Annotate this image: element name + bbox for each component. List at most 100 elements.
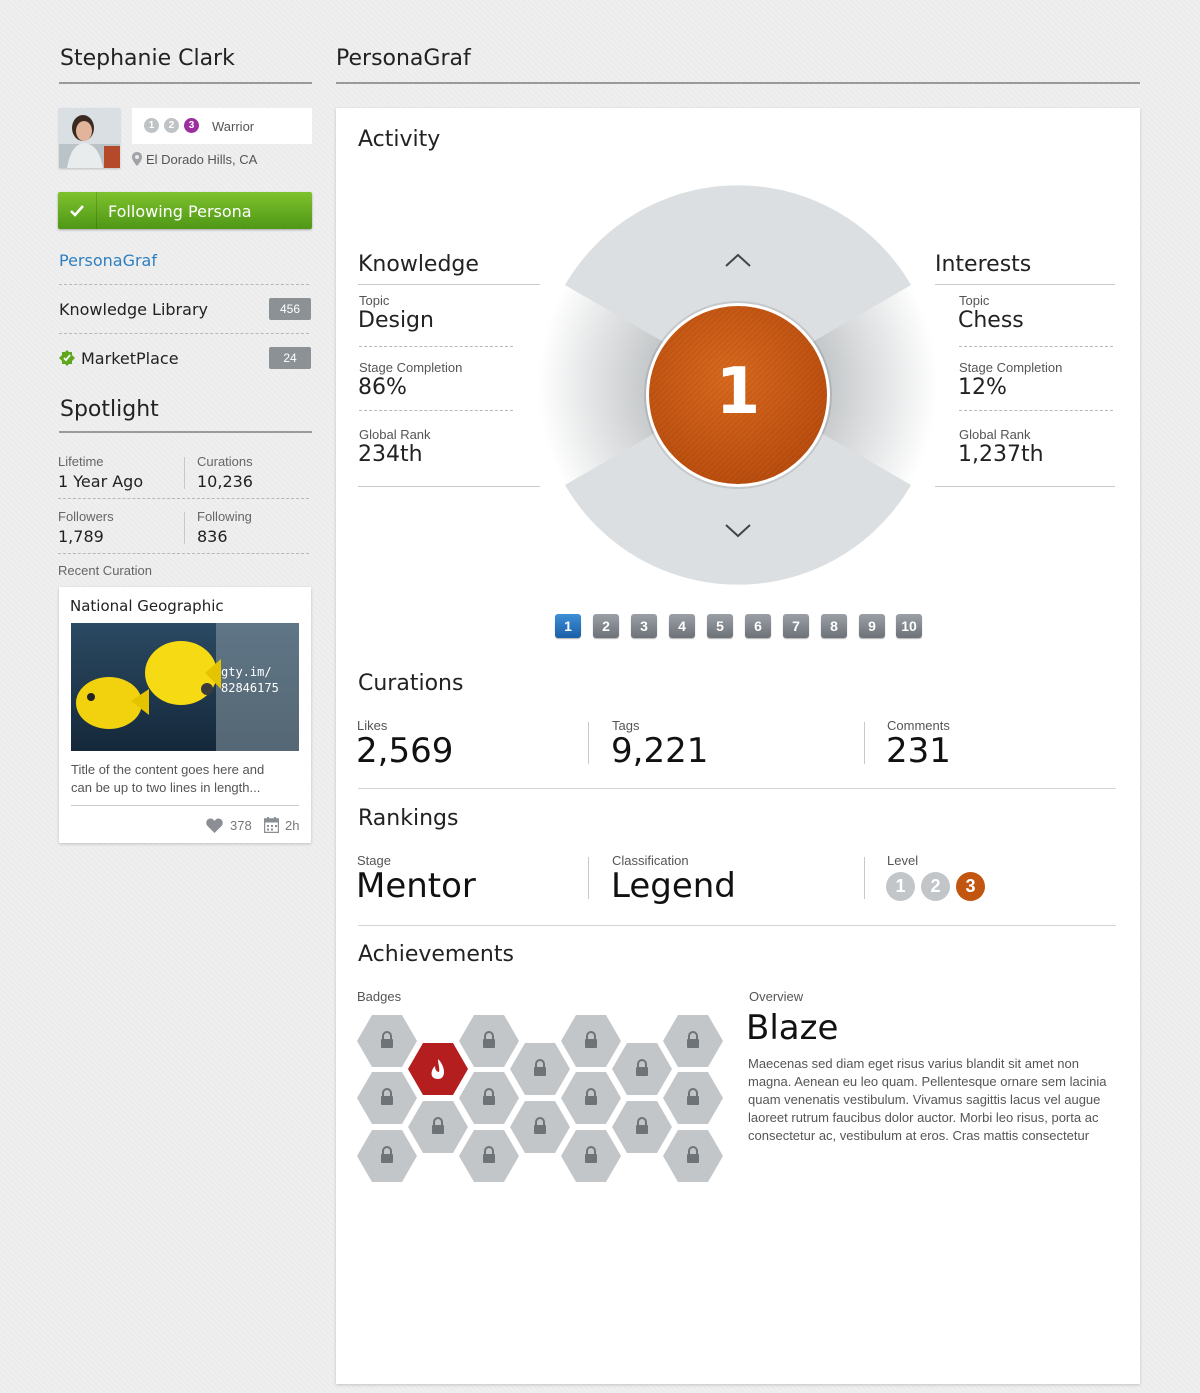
page-button-4[interactable]: 4 — [669, 614, 695, 638]
badges-label: Badges — [357, 989, 402, 1004]
page-button-7[interactable]: 7 — [783, 614, 809, 638]
curations-divider — [864, 722, 865, 764]
following-persona-button[interactable]: Following Persona — [58, 192, 312, 229]
page-button-6[interactable]: 6 — [745, 614, 771, 638]
nav-personagraf[interactable]: PersonaGraf — [59, 251, 157, 270]
following-label: Following — [197, 509, 252, 524]
recent-curation-card[interactable]: National Geographic gty.im/ 82846175 Tit… — [59, 587, 311, 843]
page-button-9[interactable]: 9 — [859, 614, 885, 638]
overview-label: Overview — [749, 989, 804, 1004]
rankings-rule — [358, 925, 1116, 926]
interests-divider — [959, 410, 1113, 411]
header-rule — [59, 82, 312, 84]
interests-topic: Chess — [958, 308, 1024, 333]
stage-value: Mentor — [356, 866, 476, 906]
card-divider — [71, 805, 299, 806]
marketplace-label: MarketPlace — [81, 349, 179, 368]
interests-stage: 12% — [958, 375, 1007, 400]
spotlight-rule — [59, 431, 312, 433]
level-2-badge: 2 — [164, 118, 179, 133]
stat-divider — [184, 512, 185, 544]
overview-title: Blaze — [746, 1008, 839, 1048]
rank-level-1: 1 — [886, 872, 915, 901]
curations-title: Curations — [358, 671, 464, 696]
stat-divider — [184, 457, 185, 489]
overview-text: Maecenas sed diam eget risus varius blan… — [748, 1056, 1107, 1143]
level-label: Level — [887, 853, 919, 868]
stat-row-divider — [58, 553, 309, 554]
interests-divider — [959, 346, 1113, 347]
nav-knowledge-library[interactable]: Knowledge Library — [59, 300, 208, 319]
interests-rank: 1,237th — [958, 442, 1044, 467]
card-age: 2h — [285, 818, 300, 833]
rank-level-2: 2 — [921, 872, 950, 901]
interests-topic-label: Topic — [959, 293, 990, 308]
rank-level-3: 3 — [956, 872, 985, 901]
knowledge-bottom-rule — [358, 486, 540, 487]
tags-value: 9,221 — [611, 731, 709, 771]
page-button-3[interactable]: 3 — [631, 614, 657, 638]
achievements-title: Achievements — [358, 942, 514, 967]
comments-value: 231 — [886, 731, 951, 771]
likes-value: 2,569 — [356, 731, 454, 771]
profile-level-box: 1 2 3 Warrior — [132, 108, 312, 144]
knowledge-rank-label: Global Rank — [359, 427, 431, 442]
knowledge-divider — [359, 410, 513, 411]
following-value: 836 — [197, 527, 228, 546]
followers-label: Followers — [58, 509, 114, 524]
page-button-2[interactable]: 2 — [593, 614, 619, 638]
verified-badge-icon — [59, 350, 75, 366]
card-image[interactable]: gty.im/ 82846175 — [71, 623, 299, 751]
knowledge-divider — [359, 346, 513, 347]
page-button-1[interactable]: 1 — [555, 614, 581, 638]
curations-value: 10,236 — [197, 472, 253, 491]
curations-label: Curations — [197, 454, 253, 469]
page-button-5[interactable]: 5 — [707, 614, 733, 638]
knowledge-stage: 86% — [358, 375, 407, 400]
interests-bottom-rule — [935, 486, 1115, 487]
interests-rank-label: Global Rank — [959, 427, 1031, 442]
page-button-10[interactable]: 10 — [896, 614, 922, 638]
curations-divider — [588, 722, 589, 764]
avatar-image — [59, 108, 120, 168]
spotlight-title: Spotlight — [60, 397, 159, 422]
followers-value: 1,789 — [58, 527, 104, 546]
avatar — [59, 108, 120, 168]
card-source: National Geographic — [70, 597, 224, 615]
curations-rule — [358, 788, 1116, 789]
image-caption-line1: gty.im/ — [221, 665, 272, 679]
knowledge-rank: 234th — [358, 442, 423, 467]
dial-center-value: 1 — [715, 355, 761, 429]
heart-icon[interactable] — [206, 818, 223, 833]
knowledge-topic: Design — [358, 308, 434, 333]
knowledge-topic-label: Topic — [359, 293, 390, 308]
main-header-rule — [336, 82, 1140, 84]
interests-stage-label: Stage Completion — [959, 360, 1063, 375]
page-button-8[interactable]: 8 — [821, 614, 847, 638]
button-divider — [96, 192, 97, 229]
location-text: El Dorado Hills, CA — [146, 152, 258, 167]
stat-row-divider — [58, 498, 309, 499]
badge-blaze[interactable] — [408, 1043, 468, 1095]
nav-divider — [59, 284, 309, 285]
location: El Dorado Hills, CA — [132, 152, 257, 167]
calendar-icon — [264, 817, 279, 833]
knowledge-title: Knowledge — [358, 252, 479, 277]
profile-name: Stephanie Clark — [60, 46, 235, 71]
rankings-divider — [864, 857, 865, 899]
level-3-badge: 3 — [184, 118, 199, 133]
badge-grid — [357, 1015, 723, 1182]
recent-curation-label: Recent Curation — [58, 563, 152, 578]
knowledge-stage-label: Stage Completion — [359, 360, 463, 375]
activity-title: Activity — [358, 127, 441, 152]
marketplace-count: 24 — [269, 347, 311, 369]
rank-title: Warrior — [212, 119, 255, 134]
level-1-badge: 1 — [144, 118, 159, 133]
knowledge-rule — [358, 284, 540, 285]
interests-title: Interests — [935, 252, 1032, 277]
level-indicators: 123 — [886, 872, 991, 901]
nav-divider — [59, 333, 309, 334]
main-title: PersonaGraf — [336, 46, 471, 71]
likes-count: 378 — [230, 818, 252, 833]
checkmark-icon — [70, 205, 84, 217]
